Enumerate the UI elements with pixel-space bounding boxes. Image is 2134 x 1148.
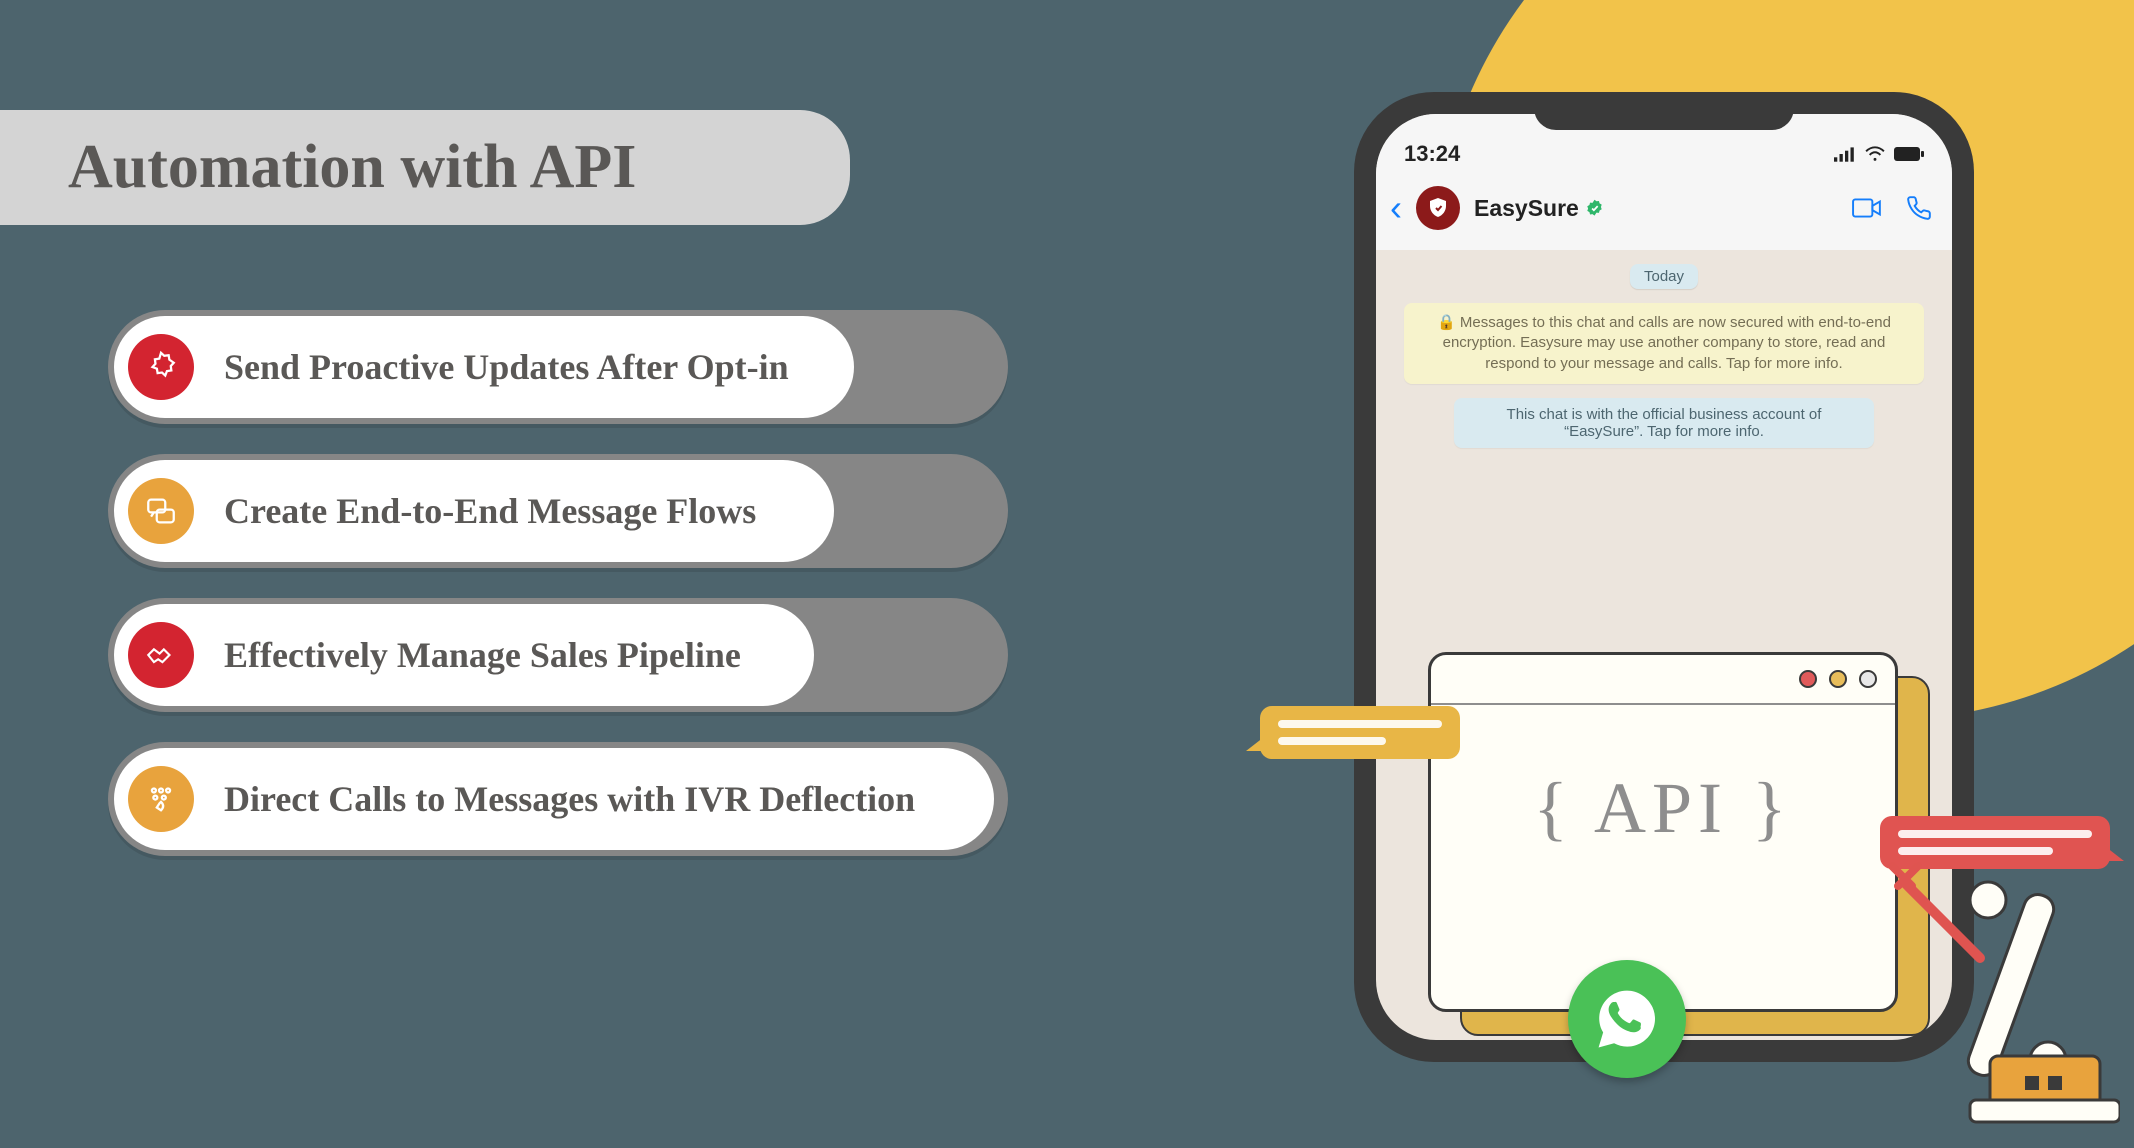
avatar[interactable] <box>1416 186 1460 230</box>
chat-header: ‹ EasySure <box>1376 176 1952 250</box>
handshake-icon <box>128 622 194 688</box>
wifi-icon <box>1864 146 1886 162</box>
feature-item: Direct Calls to Messages with IVR Deflec… <box>108 742 1008 856</box>
feature-label: Send Proactive Updates After Opt-in <box>224 346 789 388</box>
feature-item: Effectively Manage Sales Pipeline <box>108 598 1008 712</box>
window-dot-yellow <box>1829 670 1847 688</box>
window-dot-grey <box>1859 670 1877 688</box>
speech-bubble-yellow <box>1260 706 1460 759</box>
day-chip: Today <box>1630 264 1698 289</box>
feature-label: Direct Calls to Messages with IVR Deflec… <box>224 778 915 820</box>
verified-icon <box>1585 199 1604 218</box>
feature-list: Send Proactive Updates After Opt-in Crea… <box>108 310 1008 856</box>
badge-icon <box>128 334 194 400</box>
api-illustration: { API } <box>1260 632 1990 1092</box>
page-title: Automation with API <box>0 110 850 225</box>
business-notice[interactable]: This chat is with the official business … <box>1454 398 1874 448</box>
signal-icon <box>1834 146 1856 162</box>
feature-item: Create End-to-End Message Flows <box>108 454 1008 568</box>
video-icon[interactable] <box>1852 197 1882 219</box>
phone-icon[interactable] <box>1906 195 1932 221</box>
phone-mockup: 13:24 ‹ EasySure <box>1354 92 1994 1062</box>
encryption-notice[interactable]: 🔒 Messages to this chat and calls are no… <box>1404 303 1924 384</box>
whatsapp-icon <box>1568 960 1686 1078</box>
dial-icon <box>128 766 194 832</box>
battery-icon <box>1894 146 1924 162</box>
feature-label: Effectively Manage Sales Pipeline <box>224 634 741 676</box>
contact-name[interactable]: EasySure <box>1474 195 1838 222</box>
phone-notch <box>1534 92 1794 130</box>
flow-icon <box>128 478 194 544</box>
chat-body: Today 🔒 Messages to this chat and calls … <box>1376 250 1952 462</box>
robot-arm-illustration <box>1800 828 2120 1148</box>
back-icon[interactable]: ‹ <box>1390 187 1402 229</box>
feature-item: Send Proactive Updates After Opt-in <box>108 310 1008 424</box>
status-time: 13:24 <box>1404 141 1460 167</box>
feature-label: Create End-to-End Message Flows <box>224 490 756 532</box>
window-dot-red <box>1799 670 1817 688</box>
